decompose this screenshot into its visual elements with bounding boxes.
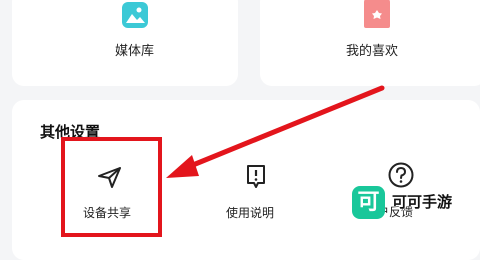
- watermark-logo: 可: [352, 186, 385, 219]
- watermark-text: 可可手游: [392, 193, 453, 211]
